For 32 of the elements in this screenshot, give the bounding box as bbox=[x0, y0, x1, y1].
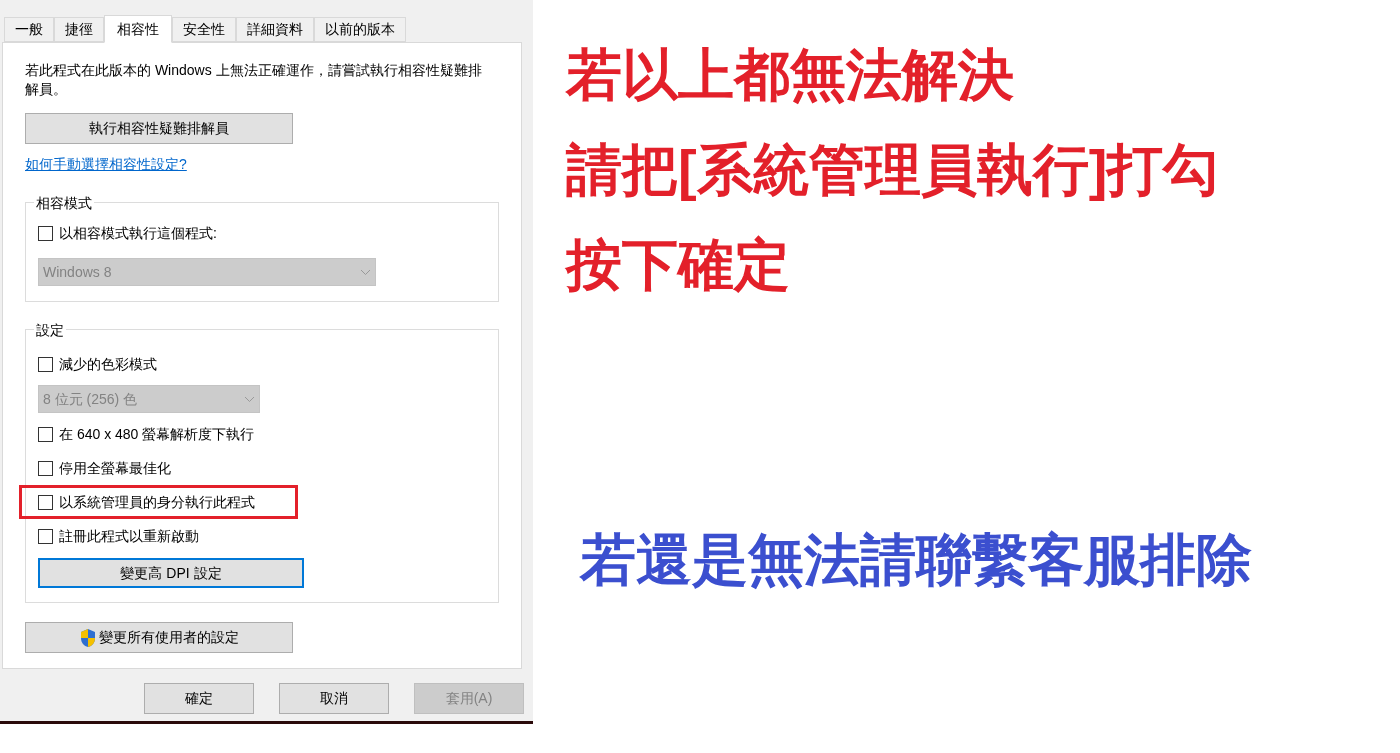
chevron-down-icon bbox=[244, 395, 255, 403]
all-users-button[interactable]: 變更所有使用者的設定 bbox=[25, 622, 293, 653]
instruction-text: 若還是無法請聯繫客服排除 bbox=[580, 527, 1252, 593]
checkbox-label: 減少的色彩模式 bbox=[59, 354, 157, 374]
description-text: 若此程式在此版本的 Windows 上無法正確運作，請嘗試執行相容性疑難排解員。 bbox=[25, 61, 483, 99]
tab[interactable]: 安全性 bbox=[172, 17, 236, 42]
dialog-button[interactable]: 取消 bbox=[279, 683, 389, 714]
instruction-text: 若以上都無法解決 bbox=[566, 42, 1015, 108]
tab[interactable]: 詳細資料 bbox=[236, 17, 314, 42]
checkbox-label: 停用全螢幕最佳化 bbox=[59, 458, 171, 478]
checkbox[interactable] bbox=[38, 460, 53, 476]
instruction-text: 請把[系統管理員執行]打勾 bbox=[566, 137, 1221, 203]
tab[interactable]: 一般 bbox=[4, 17, 54, 42]
troubleshoot-button[interactable]: 執行相容性疑難排解員 bbox=[25, 113, 293, 144]
help-link[interactable]: 如何手動選擇相容性設定? bbox=[25, 154, 187, 175]
chevron-down-icon bbox=[360, 268, 371, 276]
dialog-button[interactable]: 確定 bbox=[144, 683, 254, 714]
checkbox[interactable] bbox=[38, 494, 53, 510]
checkbox[interactable] bbox=[38, 356, 53, 372]
checkbox-label: 在 640 x 480 螢幕解析度下執行 bbox=[59, 424, 255, 444]
checkbox[interactable] bbox=[38, 426, 53, 442]
shield-icon bbox=[79, 627, 97, 648]
checkbox-label: 以系統管理員的身分執行此程式 bbox=[59, 492, 255, 512]
checkbox[interactable] bbox=[38, 226, 53, 241]
tab[interactable]: 捷徑 bbox=[54, 17, 104, 42]
checkbox-label: 註冊此程式以重新啟動 bbox=[59, 526, 199, 546]
checkbox[interactable] bbox=[38, 528, 53, 544]
dpi-settings-button[interactable]: 變更高 DPI 設定 bbox=[38, 558, 304, 588]
tab[interactable]: 以前的版本 bbox=[314, 17, 406, 42]
tab[interactable]: 相容性 bbox=[104, 15, 172, 43]
checkbox-label: 以相容模式執行這個程式: bbox=[59, 224, 217, 243]
instruction-text: 按下確定 bbox=[566, 232, 791, 298]
